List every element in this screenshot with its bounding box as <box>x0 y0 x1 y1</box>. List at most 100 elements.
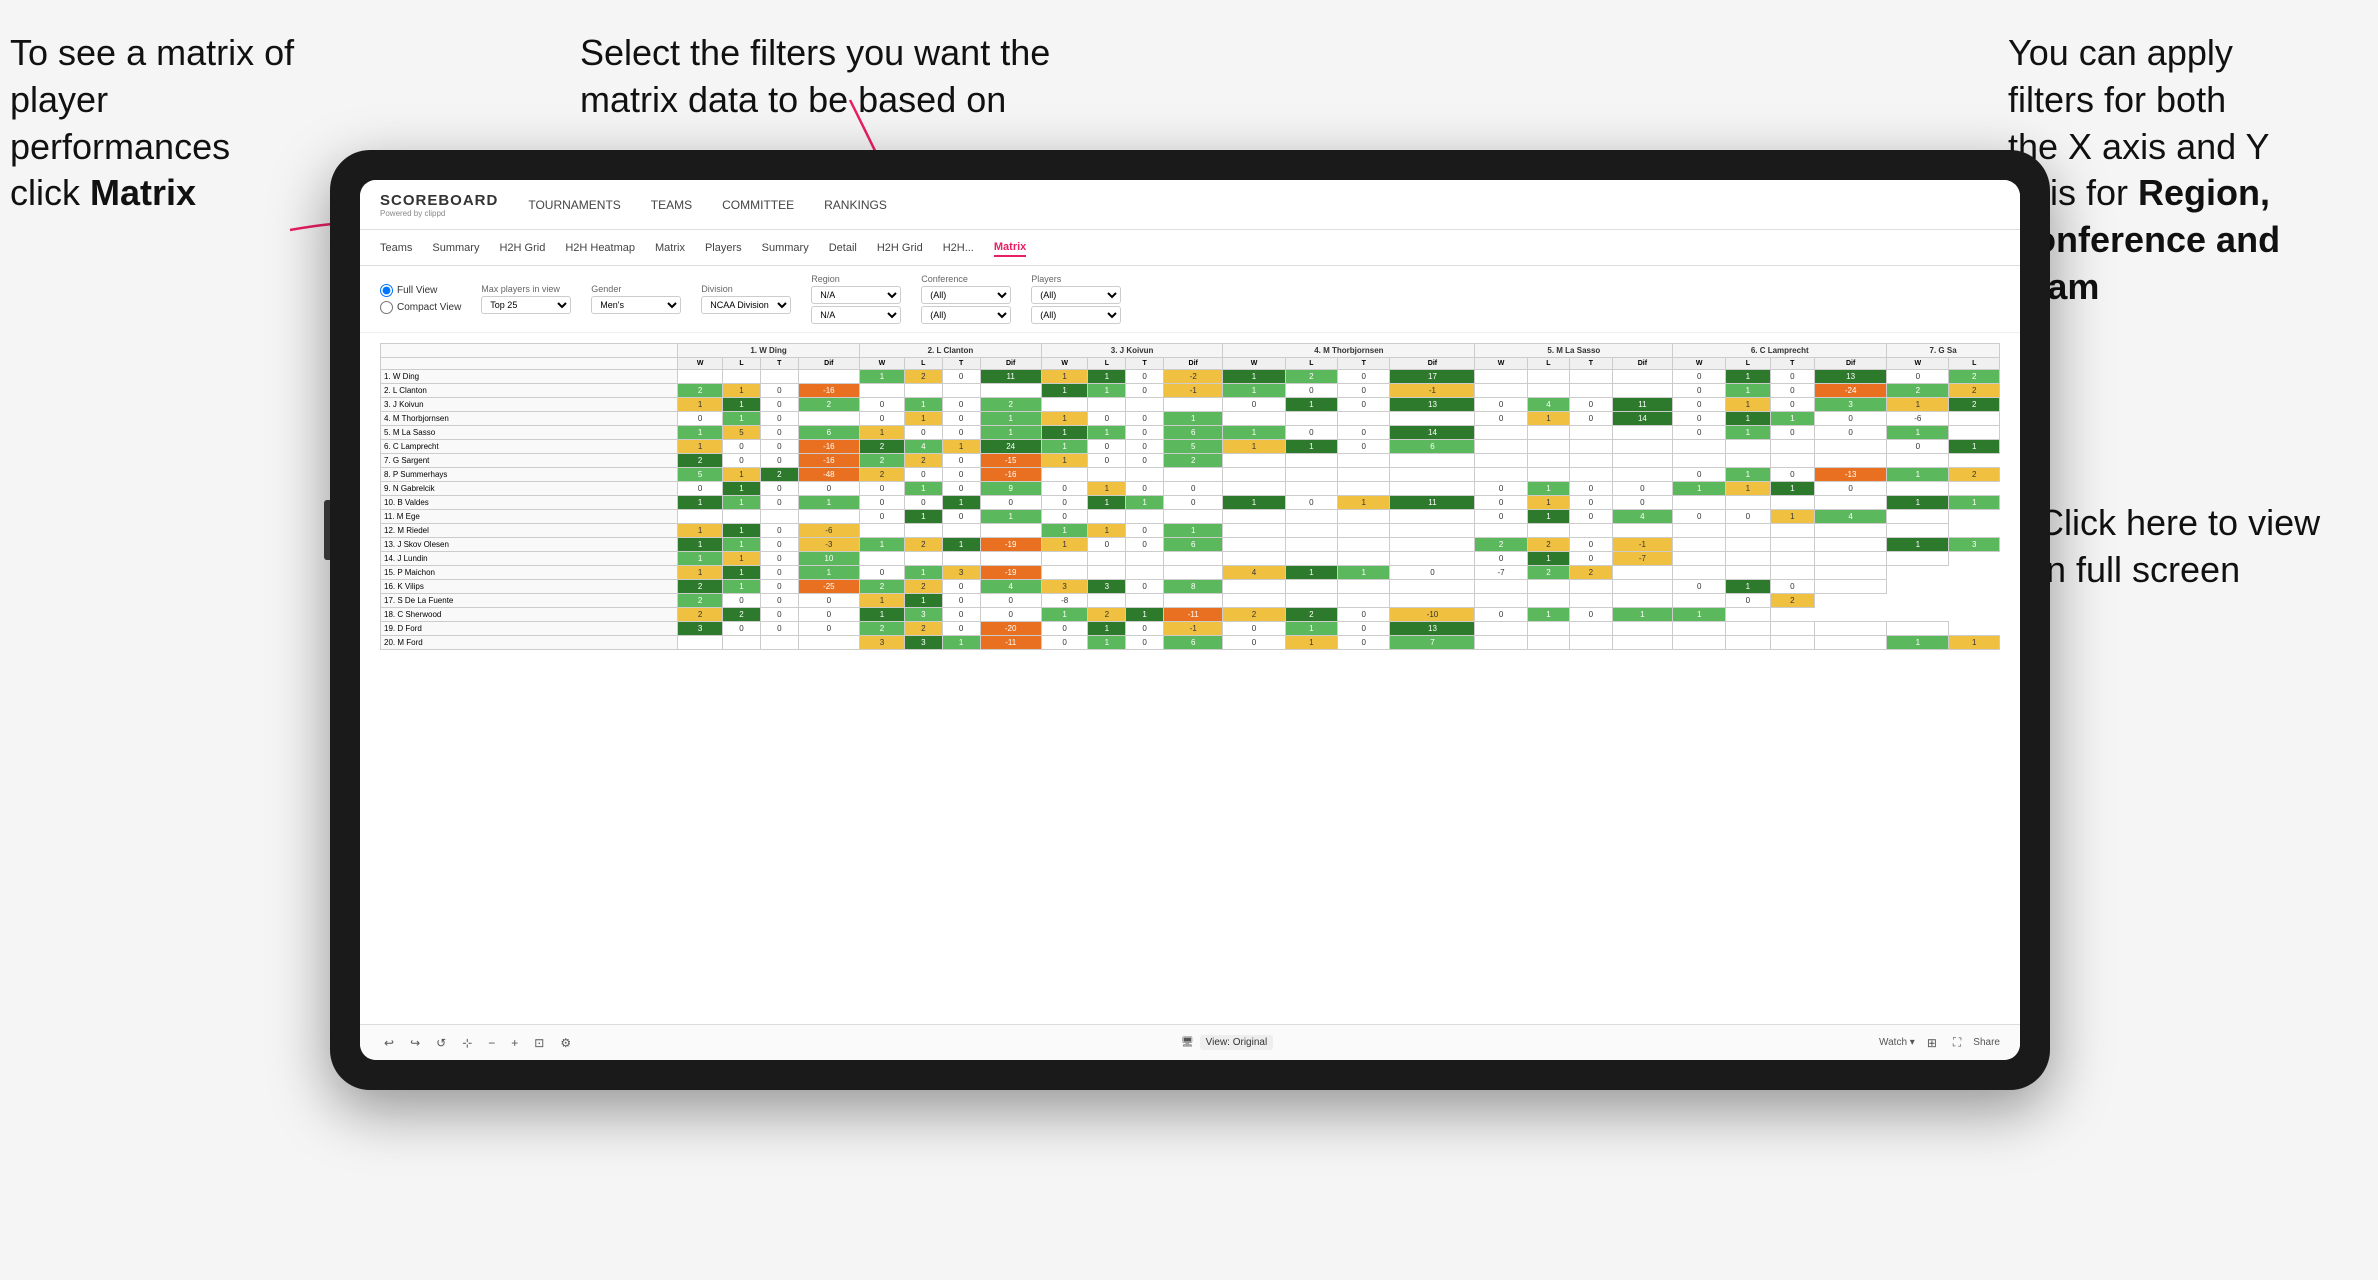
matrix-cell <box>1475 524 1527 538</box>
tab-detail[interactable]: Detail <box>829 240 857 256</box>
tab-h2h-heatmap[interactable]: H2H Heatmap <box>565 240 635 256</box>
gender-select[interactable]: Men's <box>591 296 681 314</box>
compact-view-radio[interactable]: Compact View <box>380 301 461 314</box>
nav-tournaments[interactable]: TOURNAMENTS <box>528 194 620 216</box>
matrix-cell <box>1612 384 1673 398</box>
players-select-1[interactable]: (All) <box>1031 286 1121 304</box>
matrix-cell: 4 <box>1815 510 1887 524</box>
matrix-cell: 1 <box>942 496 980 510</box>
matrix-cell: 11 <box>980 370 1041 384</box>
max-players-select[interactable]: Top 25 <box>481 296 571 314</box>
conference-select-1[interactable]: (All) <box>921 286 1011 304</box>
matrix-container[interactable]: 1. W Ding 2. L Clanton 3. J Koivun 4. M … <box>360 333 2020 1024</box>
matrix-cell: 0 <box>1126 440 1164 454</box>
matrix-cell <box>1770 622 1814 636</box>
matrix-cell: 1 <box>1126 608 1164 622</box>
layout-button[interactable]: ⊞ <box>1923 1034 1941 1052</box>
matrix-cell <box>1673 440 1726 454</box>
matrix-cell <box>1770 496 1814 510</box>
matrix-cell: 4 <box>980 580 1041 594</box>
compact-view-label: Compact View <box>397 302 461 313</box>
matrix-cell <box>1390 412 1475 426</box>
matrix-cell <box>1285 538 1337 552</box>
tab-matrix-active[interactable]: Matrix <box>994 239 1026 257</box>
region-select-1[interactable]: N/A <box>811 286 901 304</box>
matrix-cell: 0 <box>942 594 980 608</box>
nav-teams[interactable]: TEAMS <box>651 194 692 216</box>
minus-button[interactable]: − <box>484 1034 499 1052</box>
matrix-cell: 1 <box>904 482 942 496</box>
wlt-dif3: Dif <box>1164 358 1223 370</box>
refresh-button[interactable]: ↺ <box>432 1034 450 1052</box>
players-select-2[interactable]: (All) <box>1031 306 1121 324</box>
tab-matrix-1[interactable]: Matrix <box>655 240 685 256</box>
col-header-6: 6. C Lamprecht <box>1673 344 1887 358</box>
fit-button[interactable]: ⊡ <box>530 1034 548 1052</box>
cursor-button[interactable]: ⊹ <box>458 1034 476 1052</box>
matrix-cell: 1 <box>904 594 942 608</box>
matrix-cell: -25 <box>798 580 859 594</box>
matrix-cell: 14 <box>1390 426 1475 440</box>
matrix-cell: 0 <box>1223 398 1285 412</box>
view-label[interactable]: View: Original <box>1200 1035 1274 1050</box>
fullscreen-button[interactable]: ⛶ <box>1949 1033 1965 1052</box>
tab-h2h-more[interactable]: H2H... <box>943 240 974 256</box>
matrix-cell <box>980 524 1041 538</box>
matrix-cell: 3 <box>1088 580 1126 594</box>
settings-button[interactable]: ⚙ <box>556 1034 575 1052</box>
undo-button[interactable]: ↩ <box>380 1034 398 1052</box>
matrix-cell: 0 <box>1475 496 1527 510</box>
tab-teams[interactable]: Teams <box>380 240 412 256</box>
matrix-cell <box>1770 636 1814 650</box>
logo-title: SCOREBOARD <box>380 192 498 209</box>
matrix-cell: 0 <box>1338 608 1390 622</box>
matrix-cell: 1 <box>1673 608 1726 622</box>
tab-players[interactable]: Players <box>705 240 742 256</box>
tab-h2h-grid[interactable]: H2H Grid <box>499 240 545 256</box>
matrix-cell <box>1223 454 1285 468</box>
matrix-cell: 0 <box>1338 370 1390 384</box>
matrix-cell <box>1088 552 1126 566</box>
matrix-cell: 1 <box>798 566 859 580</box>
col-header-3: 3. J Koivun <box>1041 344 1223 358</box>
matrix-cell <box>1223 538 1285 552</box>
tab-summary[interactable]: Summary <box>432 240 479 256</box>
matrix-cell <box>1527 440 1569 454</box>
watch-button[interactable]: Watch ▾ <box>1879 1037 1915 1048</box>
division-select[interactable]: NCAA Division I <box>701 296 791 314</box>
matrix-cell <box>1815 566 1887 580</box>
matrix-cell: 1 <box>1223 496 1285 510</box>
row-label-12: 13. J Skov Olesen <box>381 538 678 552</box>
matrix-cell <box>942 384 980 398</box>
tablet-side-button <box>324 500 330 560</box>
region-select-2[interactable]: N/A <box>811 306 901 324</box>
conference-select-2[interactable]: (All) <box>921 306 1011 324</box>
compact-view-input[interactable] <box>380 301 393 314</box>
matrix-cell: 0 <box>1770 370 1814 384</box>
tab-summary-2[interactable]: Summary <box>762 240 809 256</box>
matrix-cell <box>904 384 942 398</box>
matrix-cell: 7 <box>1390 636 1475 650</box>
matrix-cell: 2 <box>1770 594 1814 608</box>
nav-rankings[interactable]: RANKINGS <box>824 194 887 216</box>
full-view-input[interactable] <box>380 284 393 297</box>
tab-h2h-grid-2[interactable]: H2H Grid <box>877 240 923 256</box>
matrix-cell <box>1475 426 1527 440</box>
wlt-l7: L <box>1949 358 2000 370</box>
matrix-cell: 0 <box>1815 426 1887 440</box>
nav-committee[interactable]: COMMITTEE <box>722 194 794 216</box>
matrix-cell <box>1570 454 1612 468</box>
matrix-cell <box>1527 636 1569 650</box>
matrix-cell: 0 <box>1285 426 1337 440</box>
matrix-cell: 1 <box>723 412 761 426</box>
share-button[interactable]: Share <box>1973 1037 2000 1048</box>
matrix-cell: 1 <box>1726 468 1770 482</box>
matrix-cell: 1 <box>1285 440 1337 454</box>
plus-button[interactable]: + <box>507 1034 522 1052</box>
matrix-cell: 0 <box>678 482 723 496</box>
redo-button[interactable]: ↪ <box>406 1034 424 1052</box>
full-view-radio[interactable]: Full View <box>380 284 461 297</box>
region-label: Region <box>811 274 901 284</box>
matrix-cell <box>1390 552 1475 566</box>
matrix-cell: 0 <box>1126 538 1164 552</box>
